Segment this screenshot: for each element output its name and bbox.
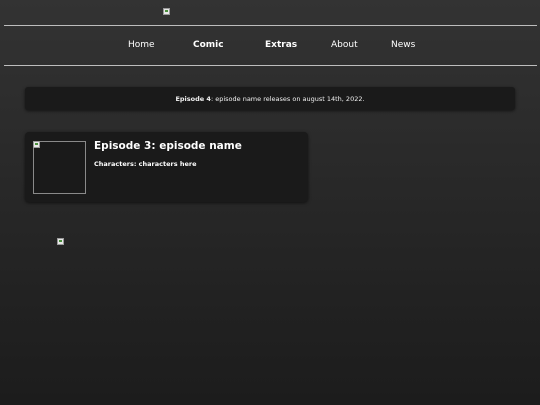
footer-broken-image-icon [57, 238, 64, 245]
nav-about-link[interactable]: About [331, 40, 358, 50]
logo-broken-image-icon [163, 8, 170, 15]
announcement-episode-label: Episode 4 [175, 94, 211, 103]
nav-extras-link[interactable]: Extras [265, 40, 297, 50]
nav-news-link[interactable]: News [391, 40, 415, 50]
episode-characters: Characters: characters here [94, 160, 197, 168]
announcement-banner: Episode 4: episode name releases on augu… [25, 87, 515, 110]
announcement-text: : episode name releases on august 14th, … [210, 94, 365, 103]
thumbnail-broken-image-icon [33, 141, 40, 148]
nav-top-divider [4, 25, 537, 26]
episode-thumbnail[interactable] [33, 141, 86, 194]
nav-bottom-divider [4, 65, 537, 66]
episode-card[interactable]: Episode 3: episode name Characters: char… [25, 132, 308, 202]
nav-home-link[interactable]: Home [128, 40, 155, 50]
nav-comic-link[interactable]: Comic [193, 40, 224, 50]
episode-title[interactable]: Episode 3: episode name [94, 140, 242, 152]
